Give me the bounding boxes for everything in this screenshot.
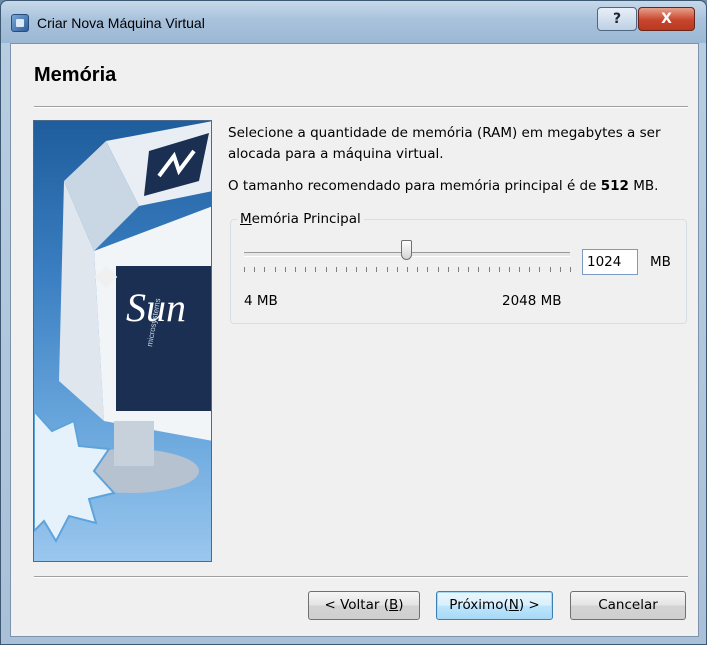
slider-tick — [407, 267, 408, 272]
slider-tick — [519, 267, 520, 272]
slider-tick — [478, 267, 479, 272]
slider-tick — [489, 267, 490, 272]
slider-tick — [448, 267, 449, 272]
memory-label-text: emória Principal — [251, 211, 361, 227]
slider-tick — [366, 267, 367, 272]
slider-tick — [539, 267, 540, 272]
slider-tick — [356, 267, 357, 272]
slider-max-label: 2048 MB — [502, 293, 562, 309]
help-button[interactable]: ? — [597, 7, 637, 31]
slider-tick — [336, 267, 337, 272]
slider-tick — [499, 267, 500, 272]
next-button-prefix: Próximo( — [449, 597, 509, 613]
slider-tick — [417, 267, 418, 272]
slider-tick — [387, 267, 388, 272]
slider-tick — [254, 267, 255, 272]
memory-slider-ticks — [244, 267, 571, 273]
back-button-suffix: ) — [398, 597, 404, 613]
slider-tick — [438, 267, 439, 272]
memory-group-label: Memória Principal — [237, 211, 364, 227]
slider-min-label: 4 MB — [244, 293, 278, 309]
slider-tick — [305, 267, 306, 272]
slider-tick — [275, 267, 276, 272]
virtualbox-app-icon — [11, 14, 29, 32]
title-divider — [34, 106, 688, 108]
slider-tick — [560, 267, 561, 272]
window-title: Criar Nova Máquina Virtual — [37, 15, 205, 31]
slider-tick — [570, 267, 571, 272]
slider-tick — [550, 267, 551, 272]
back-button-prefix: < Voltar ( — [324, 597, 389, 613]
slider-tick — [346, 267, 347, 272]
slider-tick — [295, 267, 296, 272]
close-button[interactable]: X — [638, 7, 695, 31]
slider-tick — [529, 267, 530, 272]
next-button[interactable]: Próximo(N) > — [436, 591, 553, 620]
memory-slider-thumb[interactable] — [401, 240, 412, 260]
slider-tick — [427, 267, 428, 272]
dialog-client-area: Memória Sun microsystems Selecione a qua… — [10, 43, 699, 637]
slider-tick — [509, 267, 510, 272]
back-button[interactable]: < Voltar (B) — [308, 591, 420, 620]
recommendation-suffix: MB. — [628, 178, 659, 194]
recommended-value: 512 — [600, 178, 629, 194]
memory-size-input[interactable] — [582, 249, 638, 275]
slider-tick — [326, 267, 327, 272]
recommendation-prefix: O tamanho recomendado para memória princ… — [228, 178, 601, 194]
next-button-mnemonic: N — [508, 597, 519, 613]
dialog-window: Criar Nova Máquina Virtual ? X Memória S… — [0, 0, 707, 645]
memory-recommendation: O tamanho recomendado para memória princ… — [228, 178, 698, 194]
slider-tick — [468, 267, 469, 272]
slider-tick — [458, 267, 459, 272]
slider-tick — [315, 267, 316, 272]
title-bar[interactable]: Criar Nova Máquina Virtual ? X — [1, 1, 706, 43]
slider-tick — [244, 267, 245, 272]
memory-unit-label: MB — [650, 254, 671, 270]
footer-divider — [34, 576, 688, 578]
next-button-suffix: ) > — [518, 597, 540, 613]
memory-label-mnemonic: M — [240, 211, 252, 227]
slider-tick — [397, 267, 398, 272]
wizard-banner-image: Sun microsystems — [33, 120, 212, 562]
memory-description: Selecione a quantidade de memória (RAM) … — [228, 125, 661, 162]
page-title: Memória — [34, 64, 117, 86]
slider-tick — [285, 267, 286, 272]
slider-tick — [264, 267, 265, 272]
slider-tick — [376, 267, 377, 272]
back-button-mnemonic: B — [388, 597, 399, 613]
virtualbox-sun-illustration: Sun microsystems — [34, 121, 211, 544]
cancel-button[interactable]: Cancelar — [570, 591, 686, 620]
